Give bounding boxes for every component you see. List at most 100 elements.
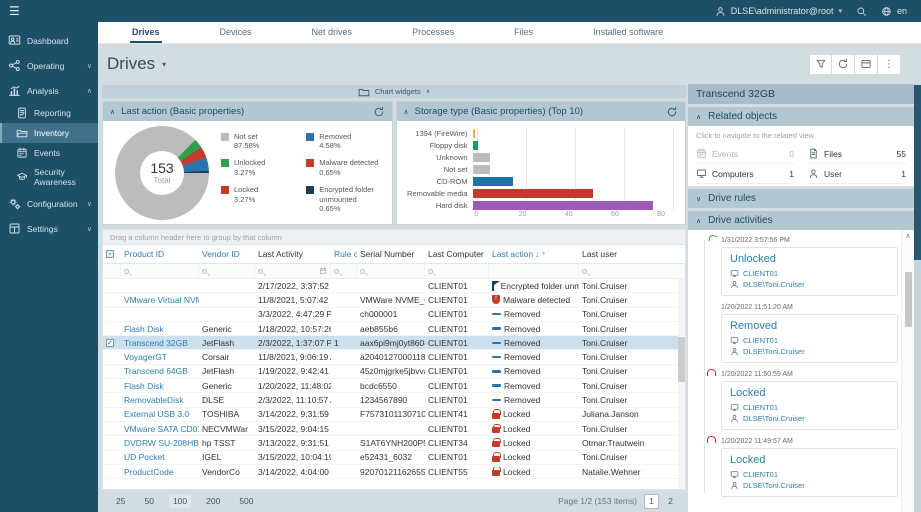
column-header-vendor-id[interactable]: Vendor ID <box>199 249 255 259</box>
column-header-last-computer[interactable]: Last Computer <box>425 249 489 259</box>
tab-files[interactable]: Files <box>512 22 535 43</box>
cell-product-id[interactable]: DVDRW SU-208HB <box>121 438 199 448</box>
tab-net-drives[interactable]: Net drives <box>310 22 355 43</box>
table-row[interactable]: Flash DiskGeneric1/18/2022, 10:57:26 AMa… <box>103 322 685 336</box>
filter-button[interactable] <box>809 54 832 75</box>
sidebar-item-inventory[interactable]: Inventory <box>0 123 98 143</box>
page-scrollbar[interactable] <box>914 85 921 512</box>
column-header-serial-number[interactable]: Serial Number <box>357 249 425 259</box>
table-row[interactable]: ProductCodeVendorCo3/14/2022, 4:04:00 PM… <box>103 465 685 479</box>
cell-product-id[interactable]: VMware Virtual NVMe <box>121 295 199 305</box>
drive-rules-header[interactable]: ∨ Drive rules <box>688 189 914 208</box>
activity-marker <box>688 437 721 497</box>
column-header-last-activity[interactable]: Last Activity <box>255 249 331 259</box>
user-menu[interactable]: DLSE\administrator@root ▾ <box>715 6 842 17</box>
cell-product-id[interactable]: UD Pocket <box>121 452 199 462</box>
search-icon[interactable] <box>856 6 867 17</box>
related-user[interactable]: User1 <box>808 164 906 184</box>
sidebar-item-settings[interactable]: Settings∨ <box>0 216 98 241</box>
page-size-100[interactable]: 100 <box>169 494 191 508</box>
cell-product-id[interactable]: Flash Disk <box>121 324 199 334</box>
sidebar-item-operating[interactable]: Operating∨ <box>0 53 98 78</box>
column-header-last-action[interactable]: Last action↓▼ <box>489 249 579 259</box>
filter-cell-vendor-id[interactable] <box>199 264 255 278</box>
cell-product-id[interactable]: Transcend 64GB <box>121 366 199 376</box>
table-row[interactable]: RemovableDiskDLSE2/3/2022, 11:10:57 AM12… <box>103 393 685 407</box>
sidebar-item-reporting[interactable]: Reporting <box>0 103 98 123</box>
filter-cell-serial-number[interactable] <box>357 264 425 278</box>
table-row[interactable]: VMware SATA CD01NECVMWar3/15/2022, 9:04:… <box>103 422 685 436</box>
last-action-chart-header[interactable]: ∧ Last action (Basic properties) <box>103 102 392 121</box>
page-size-200[interactable]: 200 <box>202 494 224 508</box>
related-events[interactable]: Events0 <box>696 144 794 164</box>
activity-computer-link[interactable]: CLIENT01 <box>730 470 889 479</box>
cell-product-id[interactable]: External USB 3.0 <box>121 409 199 419</box>
tab-drives[interactable]: Drives <box>130 22 162 43</box>
cell-product-id[interactable]: Transcend 32GB <box>121 338 199 348</box>
table-row[interactable]: 3/3/2022, 4:47:29 PMch000001CLIENT01Remo… <box>103 308 685 322</box>
related-files[interactable]: Files55 <box>808 144 906 164</box>
row-checkbox[interactable]: ✓ <box>103 339 121 347</box>
table-row[interactable]: VoyagerGTCorsair11/8/2021, 9:06:19 AMa20… <box>103 350 685 364</box>
activity-user-link[interactable]: DLSE\Toni.Cruiser <box>730 347 889 356</box>
sidebar-item-analysis[interactable]: Analysis∧ <box>0 78 98 103</box>
cell-product-id[interactable]: RemovableDisk <box>121 395 199 405</box>
language-selector[interactable]: en <box>881 6 907 17</box>
filter-cell-last-action[interactable] <box>489 264 579 278</box>
page-title-dropdown[interactable]: Drives ▾ <box>107 54 166 74</box>
column-header-rule-cou[interactable]: Rule cou <box>331 249 357 259</box>
sidebar-item-events[interactable]: Events <box>0 143 98 163</box>
tab-installed-software[interactable]: Installed software <box>591 22 665 43</box>
refresh-icon[interactable] <box>666 106 678 118</box>
activity-computer-link[interactable]: CLIENT01 <box>730 269 889 278</box>
filter-cell-last-user[interactable] <box>579 264 685 278</box>
tab-processes[interactable]: Processes <box>410 22 456 43</box>
layout-button[interactable] <box>855 54 878 75</box>
page-size-50[interactable]: 50 <box>140 494 157 508</box>
column-header-product-id[interactable]: Product ID <box>121 249 199 259</box>
sidebar-item-dashboard[interactable]: Dashboard <box>0 28 98 53</box>
table-row[interactable]: UD PocketIGEL3/15/2022, 10:04:19 AMe5243… <box>103 451 685 465</box>
related-objects-header[interactable]: ∧ Related objects <box>688 107 914 126</box>
page-size-25[interactable]: 25 <box>112 494 129 508</box>
activity-computer-link[interactable]: CLIENT01 <box>730 403 889 412</box>
activity-computer-link[interactable]: CLIENT01 <box>730 336 889 345</box>
storage-type-chart-header[interactable]: ∧ Storage type (Basic properties) (Top 1… <box>397 102 686 121</box>
drive-activities-header[interactable]: ∧ Drive activities <box>688 211 914 230</box>
chart-widgets-toggle[interactable]: Chart widgets ∧ <box>102 85 686 98</box>
select-all-checkbox[interactable] <box>103 250 121 258</box>
sidebar-item-configuration[interactable]: Configuration∨ <box>0 191 98 216</box>
refresh-button[interactable] <box>832 54 855 75</box>
filter-cell-rule-cou[interactable] <box>331 264 357 278</box>
table-row[interactable]: Flash DiskGeneric1/20/2022, 11:48:02 AMb… <box>103 379 685 393</box>
table-row[interactable]: 2/17/2022, 3:37:52 PMCLIENT01Encrypted f… <box>103 279 685 293</box>
related-computers[interactable]: Computers1 <box>696 164 794 184</box>
hamburger-menu-icon[interactable]: ☰ <box>0 4 98 18</box>
column-header-last-user[interactable]: Last user <box>579 249 685 259</box>
activity-user-link[interactable]: DLSE\Toni.Cruiser <box>730 280 889 289</box>
table-row[interactable]: Transcend 64GBJetFlash1/19/2022, 9:42:41… <box>103 365 685 379</box>
cell-product-id[interactable]: ProductCode <box>121 467 199 477</box>
cell-product-id[interactable]: VoyagerGT <box>121 352 199 362</box>
activities-scrollbar[interactable]: ∧ <box>901 230 914 512</box>
filter-cell-last-computer[interactable] <box>425 264 489 278</box>
filter-cell-product-id[interactable] <box>121 264 199 278</box>
tab-devices[interactable]: Devices <box>218 22 254 43</box>
page-button-2[interactable]: 2 <box>663 494 678 509</box>
more-button[interactable]: ⋮ <box>878 54 901 75</box>
page-size-500[interactable]: 500 <box>235 494 257 508</box>
table-row[interactable]: VMware Virtual NVMe11/8/2021, 5:07:42 PM… <box>103 293 685 307</box>
page-button-1[interactable]: 1 <box>644 494 659 509</box>
table-scrollbar[interactable] <box>678 279 685 489</box>
cell-product-id[interactable]: Flash Disk <box>121 381 199 391</box>
cell-product-id[interactable]: VMware SATA CD01 <box>121 424 199 434</box>
table-row[interactable]: External USB 3.0TOSHIBA3/14/2022, 9:31:5… <box>103 408 685 422</box>
activity-user-link[interactable]: DLSE\Toni.Cruiser <box>730 481 889 490</box>
refresh-icon[interactable] <box>373 106 385 118</box>
table-row[interactable]: DVDRW SU-208HBhp TSST3/13/2022, 9:31:51 … <box>103 436 685 450</box>
filter-cell-last-activity[interactable] <box>255 264 331 278</box>
sidebar-item-security-awareness[interactable]: Security Awareness <box>0 163 98 191</box>
table-row[interactable]: ✓Transcend 32GBJetFlash2/3/2022, 1:37:07… <box>103 336 685 350</box>
group-by-bar[interactable]: Drag a column header here to group by th… <box>102 229 686 244</box>
activity-user-link[interactable]: DLSE\Toni.Cruiser <box>730 414 889 423</box>
